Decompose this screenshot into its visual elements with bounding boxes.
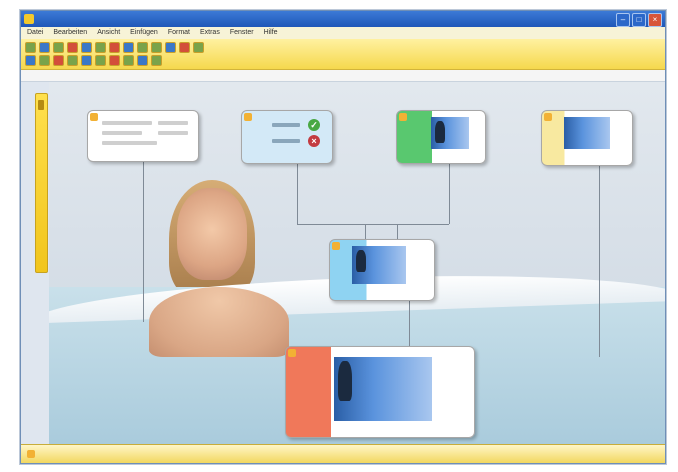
node-thumbnail [352, 246, 406, 284]
status-bar [21, 444, 665, 463]
maximize-button[interactable]: □ [632, 13, 646, 27]
connector-line [397, 224, 449, 225]
cut-icon[interactable] [81, 42, 92, 53]
group-icon[interactable] [137, 55, 148, 66]
copy-icon[interactable] [95, 42, 106, 53]
align-icon[interactable] [39, 55, 50, 66]
connector-line [297, 224, 397, 225]
minimize-button[interactable]: – [616, 13, 630, 27]
redo-icon[interactable] [137, 42, 148, 53]
font-icon[interactable] [67, 55, 78, 66]
close-button[interactable]: × [648, 13, 662, 27]
grid-icon[interactable] [95, 55, 106, 66]
node-form[interactable] [87, 110, 199, 162]
node-corner-icon [544, 113, 552, 121]
app-icon [24, 14, 34, 24]
title-bar: – □ × [21, 11, 665, 27]
menu-bar: Datei Bearbeiten Ansicht Einfügen Format… [21, 27, 665, 39]
node-image-center[interactable] [329, 239, 435, 301]
node-image-main[interactable] [285, 346, 475, 438]
node-thumbnail [334, 357, 432, 421]
window-controls: – □ × [616, 13, 662, 27]
form-line [102, 121, 152, 125]
connector-line [449, 154, 450, 224]
menu-edit[interactable]: Bearbeiten [53, 27, 87, 39]
export-icon[interactable] [151, 55, 162, 66]
arrange-icon[interactable] [25, 55, 36, 66]
sidebar-tab[interactable] [35, 93, 48, 273]
person-silhouette [356, 250, 366, 272]
pin-icon [38, 100, 44, 110]
form-line [102, 131, 142, 135]
menu-tools[interactable]: Extras [200, 27, 220, 39]
connector-line [297, 162, 298, 224]
menu-help[interactable]: Hilfe [264, 27, 278, 39]
node-image-yellow[interactable] [541, 110, 633, 166]
menu-view[interactable]: Ansicht [97, 27, 120, 39]
open-icon[interactable] [39, 42, 50, 53]
paste-icon[interactable] [109, 42, 120, 53]
shape-icon[interactable] [109, 55, 120, 66]
layout-icon[interactable] [81, 55, 92, 66]
background-photo-face [177, 188, 247, 280]
undo-icon[interactable] [123, 42, 134, 53]
form-line [158, 131, 188, 135]
connector-line [143, 152, 144, 322]
cross-icon: × [308, 135, 320, 147]
insert-image-icon[interactable] [165, 42, 176, 53]
node-corner-icon [332, 242, 340, 250]
menu-insert[interactable]: Einfügen [130, 27, 158, 39]
link-icon[interactable] [193, 42, 204, 53]
status-label-line [272, 123, 300, 127]
save-icon[interactable] [53, 42, 64, 53]
connector-line [365, 224, 366, 240]
node-image-green[interactable] [396, 110, 486, 164]
form-line [102, 141, 157, 145]
node-thumbnail [564, 117, 610, 149]
check-icon: ✓ [308, 119, 320, 131]
connector-line [599, 157, 600, 357]
connector-icon[interactable] [123, 55, 134, 66]
print-icon[interactable] [67, 42, 78, 53]
status-icon [27, 450, 35, 458]
path-bar [21, 70, 665, 82]
node-corner-icon [288, 349, 296, 357]
menu-window[interactable]: Fenster [230, 27, 254, 39]
status-label-line [272, 139, 300, 143]
menu-file[interactable]: Datei [27, 27, 43, 39]
node-status[interactable]: ✓ × [241, 110, 333, 164]
zoom-icon[interactable] [151, 42, 162, 53]
node-corner-icon [90, 113, 98, 121]
delete-icon[interactable] [179, 42, 190, 53]
node-corner-icon [244, 113, 252, 121]
form-line [158, 121, 188, 125]
node-thumbnail [431, 117, 469, 149]
node-corner-icon [399, 113, 407, 121]
person-silhouette [338, 361, 352, 401]
toolbar-row-2 [25, 54, 162, 67]
app-window: – □ × Datei Bearbeiten Ansicht Einfügen … [20, 10, 666, 464]
menu-format[interactable]: Format [168, 27, 190, 39]
connector-line [397, 224, 398, 240]
toolbar-row-1 [25, 41, 204, 54]
new-icon[interactable] [25, 42, 36, 53]
toolbar [21, 39, 665, 70]
canvas-area[interactable]: ✓ × [49, 82, 665, 444]
background-photo-shoulders [149, 287, 289, 357]
person-silhouette [435, 121, 445, 143]
color-icon[interactable] [53, 55, 64, 66]
